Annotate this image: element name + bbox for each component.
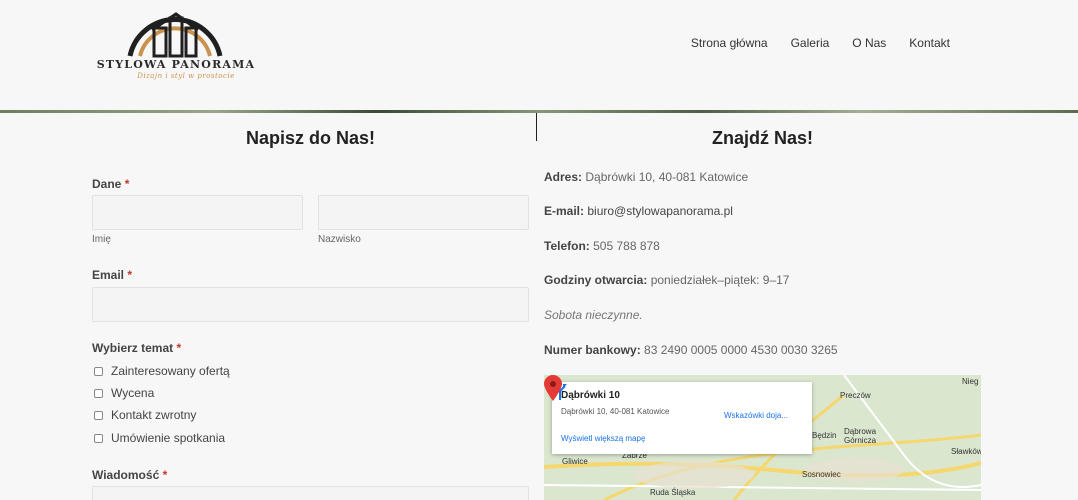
address-value: Dąbrówki 10, 40-081 Katowice bbox=[585, 170, 749, 184]
map-label-gliwice: Gliwice bbox=[562, 457, 588, 466]
hours-value: poniedziałek–piątek: 9–17 bbox=[650, 273, 790, 287]
google-map[interactable]: Gliwice Zabrze Ruda Śląska Sosnowiec Dąb… bbox=[544, 375, 981, 500]
required-marker: * bbox=[127, 268, 133, 282]
larger-map-link[interactable]: Wyświetl większą mapę bbox=[561, 434, 645, 443]
nav-item-contact[interactable]: Kontakt bbox=[909, 36, 950, 50]
name-label-text: Dane bbox=[92, 177, 122, 191]
checkbox[interactable] bbox=[94, 388, 103, 398]
site-header: STYLOWA PANORAMA Dizajn i styl w prostoc… bbox=[0, 0, 1078, 110]
message-textarea[interactable] bbox=[92, 486, 529, 500]
checkbox[interactable] bbox=[94, 410, 103, 420]
message-label: Wiadomość * bbox=[92, 468, 167, 482]
nav-item-home[interactable]: Strona główna bbox=[691, 36, 768, 50]
bank-line: Numer bankowy: 83 2490 0005 0000 4530 00… bbox=[544, 343, 838, 357]
required-marker: * bbox=[162, 468, 168, 482]
checkbox-label: Umówienie spotkania bbox=[111, 431, 226, 445]
address-line: Adres: Dąbrówki 10, 40-081 Katowice bbox=[544, 170, 748, 184]
saturday-note-text: Sobota nieczynne. bbox=[544, 308, 643, 322]
last-name-input[interactable] bbox=[318, 195, 529, 230]
column-divider bbox=[536, 113, 537, 141]
decorative-strip bbox=[0, 110, 1078, 113]
email-input[interactable] bbox=[92, 287, 529, 322]
first-name-input[interactable] bbox=[92, 195, 303, 230]
map-place-address: Dąbrówki 10, 40-081 Katowice bbox=[561, 407, 670, 416]
topic-checkbox-quote[interactable]: Wycena bbox=[94, 386, 154, 400]
saturday-note: Sobota nieczynne. bbox=[544, 308, 643, 322]
phone-link[interactable]: 505 788 878 bbox=[593, 239, 660, 253]
checkbox-label: Kontakt zwrotny bbox=[111, 408, 197, 422]
phone-label: Telefon: bbox=[544, 239, 590, 253]
name-label: Dane * bbox=[92, 177, 129, 191]
phone-line: Telefon: 505 788 878 bbox=[544, 239, 660, 253]
nav-item-about[interactable]: O Nas bbox=[852, 36, 886, 50]
map-place-title: Dąbrówki 10 bbox=[561, 390, 620, 401]
logo-house-icon bbox=[127, 12, 223, 58]
map-label-nieg: Nieg bbox=[962, 377, 979, 386]
checkbox[interactable] bbox=[94, 433, 103, 443]
logo-title: STYLOWA PANORAMA bbox=[96, 58, 256, 71]
checkbox-label: Zainteresowany ofertą bbox=[111, 364, 230, 378]
topic-checkbox-meeting[interactable]: Umówienie spotkania bbox=[94, 431, 225, 445]
first-name-sublabel: Imię bbox=[92, 234, 111, 245]
email-label: Email * bbox=[92, 268, 132, 282]
message-label-text: Wiadomość bbox=[92, 468, 160, 482]
required-marker: * bbox=[176, 341, 182, 355]
email-info-label: E-mail: bbox=[544, 204, 585, 218]
find-us-title: Znajdź Nas! bbox=[711, 128, 813, 148]
hours-label: Godziny otwarcia: bbox=[544, 273, 648, 287]
contact-form-title: Napisz do Nas! bbox=[245, 128, 376, 148]
map-place-card: Dąbrówki 10 Dąbrówki 10, 40-081 Katowice… bbox=[552, 382, 812, 454]
checkbox[interactable] bbox=[94, 366, 103, 376]
required-marker: * bbox=[124, 177, 130, 191]
main-nav: Strona główna Galeria O Nas Kontakt bbox=[668, 36, 950, 50]
address-label: Adres: bbox=[544, 170, 583, 184]
email-link[interactable]: biuro@stylowapanorama.pl bbox=[587, 204, 733, 218]
nav-item-gallery[interactable]: Galeria bbox=[791, 36, 830, 50]
map-label-sosnowiec: Sosnowiec bbox=[802, 470, 841, 479]
directions-link[interactable]: Wskazówki doja... bbox=[724, 411, 788, 420]
topic-checkbox-callback[interactable]: Kontakt zwrotny bbox=[94, 408, 196, 422]
map-label-preczow: Preczów bbox=[840, 391, 871, 400]
topic-label-text: Wybierz temat bbox=[92, 341, 174, 355]
map-pin-icon[interactable] bbox=[544, 375, 562, 401]
email-line: E-mail: biuro@stylowapanorama.pl bbox=[544, 204, 733, 218]
last-name-sublabel: Nazwisko bbox=[318, 234, 361, 245]
map-label-dabrowa: Dąbrowa Górnicza bbox=[844, 427, 877, 445]
map-label-bedzin: Będzin bbox=[812, 431, 837, 440]
bank-label: Numer bankowy: bbox=[544, 343, 641, 357]
logo-tagline: Dizajn i styl w prostocie bbox=[137, 72, 235, 80]
map-label-slawkow: Sławków bbox=[951, 447, 981, 456]
email-label-text: Email bbox=[92, 268, 125, 282]
topic-label: Wybierz temat * bbox=[92, 341, 181, 355]
map-label-ruda-slaska: Ruda Śląska bbox=[650, 488, 696, 497]
checkbox-label: Wycena bbox=[111, 386, 155, 400]
bank-value: 83 2490 0005 0000 4530 0030 3265 bbox=[644, 343, 838, 357]
logo[interactable]: STYLOWA PANORAMA Dizajn i styl w prostoc… bbox=[96, 0, 256, 100]
topic-checkbox-offer[interactable]: Zainteresowany ofertą bbox=[94, 364, 230, 378]
hours-line: Godziny otwarcia: poniedziałek–piątek: 9… bbox=[544, 273, 789, 287]
